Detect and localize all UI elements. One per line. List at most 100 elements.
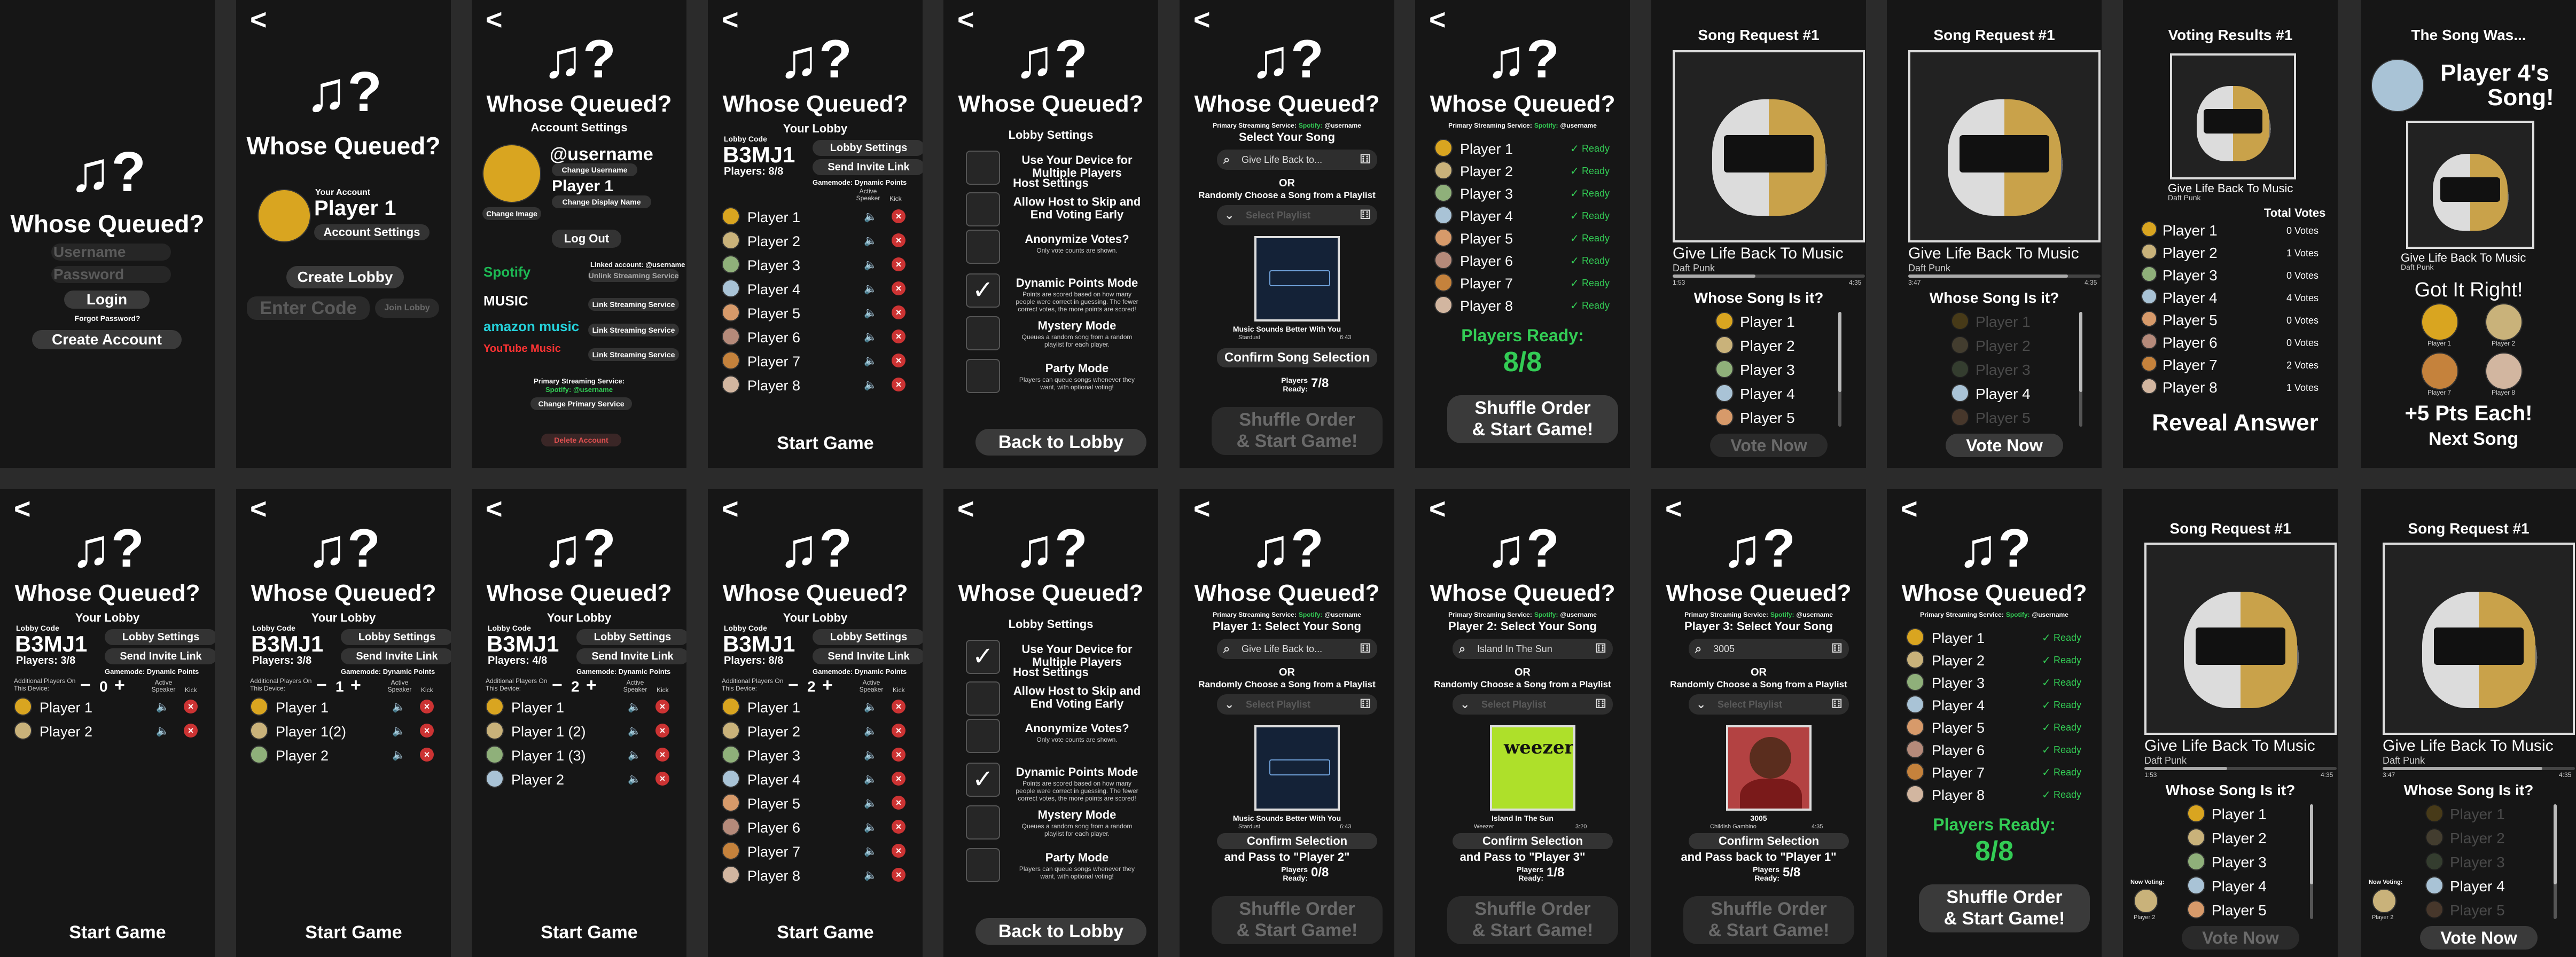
kick-button[interactable]: × [892, 700, 905, 713]
start-game-button[interactable]: Start Game [257, 919, 450, 946]
speaker-icon[interactable]: 🔈 [864, 234, 877, 247]
shuffle-start-button[interactable]: Shuffle Order & Start Game! [1919, 884, 2090, 932]
change-display-button[interactable]: Change Display Name [552, 195, 651, 208]
kick-button[interactable]: × [892, 820, 905, 834]
speaker-icon[interactable]: 🔈 [864, 306, 877, 319]
back-button[interactable]: < [1429, 5, 1446, 34]
speaker-icon[interactable]: 🔈 [864, 844, 877, 858]
lobby-settings-button[interactable]: Lobby Settings [105, 629, 215, 645]
candidate-name[interactable]: Player 5 [2450, 902, 2505, 919]
speaker-icon[interactable]: 🔈 [628, 700, 641, 713]
candidate-name[interactable]: Player 1 [2450, 806, 2505, 823]
back-button[interactable]: < [722, 495, 739, 523]
speaker-icon[interactable]: 🔈 [864, 820, 877, 834]
song-search-input[interactable]: ⌕ Island In The Sun ⚅ [1453, 639, 1613, 659]
kick-button[interactable]: × [420, 724, 434, 738]
back-button[interactable]: < [1193, 495, 1211, 523]
song-search-input[interactable]: ⌕ Give Life Back to... ⚅ [1217, 150, 1377, 170]
speaker-icon[interactable]: 🔈 [864, 796, 877, 810]
speaker-icon[interactable]: 🔈 [156, 700, 169, 713]
select-playlist-dropdown[interactable]: ⌄ Select Playlist ⚅ [1217, 694, 1377, 715]
speaker-icon[interactable]: 🔈 [864, 354, 877, 367]
kick-button[interactable]: × [655, 748, 669, 762]
back-button[interactable]: < [250, 5, 267, 34]
kick-button[interactable]: × [892, 330, 905, 343]
kick-button[interactable]: × [892, 305, 905, 319]
candidate-name[interactable]: Player 5 [2212, 902, 2267, 919]
password-input[interactable]: Password [51, 266, 171, 283]
back-button[interactable]: < [486, 5, 503, 34]
candidate-name[interactable]: Player 3 [1740, 362, 1795, 379]
speaker-icon[interactable]: 🔈 [392, 748, 405, 762]
speaker-icon[interactable]: 🔈 [156, 724, 169, 738]
back-button[interactable]: < [957, 5, 974, 34]
service-link-button[interactable]: Unlink Streaming Service [588, 269, 679, 282]
speaker-icon[interactable]: 🔈 [864, 378, 877, 391]
dice-icon[interactable]: ⚅ [1360, 207, 1371, 223]
song-search-input[interactable]: ⌕ 3005 ⚅ [1689, 639, 1849, 659]
album-art[interactable] [1254, 725, 1340, 811]
create-account-button[interactable]: Create Account [32, 330, 182, 349]
kick-button[interactable]: × [184, 700, 198, 713]
start-game-button[interactable]: Start Game [729, 430, 922, 457]
vote-now-button[interactable]: Vote Now [1946, 434, 2063, 457]
confirm-selection-button[interactable]: Confirm Selection [1453, 833, 1613, 849]
candidate-name[interactable]: Player 3 [2450, 854, 2505, 871]
candidate-name[interactable]: Player 2 [2450, 830, 2505, 847]
kick-button[interactable]: × [655, 772, 669, 786]
setting-checkbox[interactable] [966, 805, 1000, 840]
dice-icon[interactable]: ⚅ [1360, 696, 1371, 712]
back-to-lobby-button[interactable]: Back to Lobby [975, 918, 1146, 945]
album-art[interactable] [1254, 236, 1340, 321]
speaker-icon[interactable]: 🔈 [392, 700, 405, 713]
speaker-icon[interactable]: 🔈 [864, 330, 877, 343]
forgot-password-link[interactable]: Forgot Password? [0, 314, 215, 323]
kick-button[interactable]: × [892, 748, 905, 762]
delete-account-button[interactable]: Delete Account [541, 434, 621, 446]
setting-checkbox[interactable] [966, 316, 1000, 350]
candidate-name[interactable]: Player 5 [1976, 410, 2031, 427]
dice-icon[interactable]: ⚅ [1831, 696, 1843, 712]
change-image-button[interactable]: Change Image [482, 207, 541, 220]
setting-checkbox[interactable]: ✓ [966, 273, 1000, 308]
send-invite-button[interactable]: Send Invite Link [341, 648, 451, 664]
speaker-icon[interactable]: 🔈 [864, 700, 877, 713]
start-game-button[interactable]: Start Game [21, 919, 214, 946]
service-link-button[interactable]: Link Streaming Service [588, 298, 679, 311]
candidate-name[interactable]: Player 4 [1976, 386, 2031, 403]
lobby-settings-button[interactable]: Lobby Settings [576, 629, 686, 645]
back-button[interactable]: < [1193, 5, 1211, 34]
stepper-plus[interactable]: + [114, 676, 125, 694]
candidate-name[interactable]: Player 5 [1740, 410, 1795, 427]
setting-checkbox[interactable] [966, 681, 1000, 716]
kick-button[interactable]: × [655, 700, 669, 713]
speaker-icon[interactable]: 🔈 [864, 282, 877, 295]
candidate-scrollbar[interactable] [2310, 804, 2313, 919]
log-out-button[interactable]: Log Out [552, 230, 621, 248]
kick-button[interactable]: × [892, 257, 905, 271]
speaker-icon[interactable]: 🔈 [864, 210, 877, 223]
back-to-lobby-button[interactable]: Back to Lobby [975, 429, 1146, 456]
speaker-icon[interactable]: 🔈 [392, 724, 405, 738]
setting-checkbox[interactable] [966, 719, 1000, 753]
playback-progress[interactable] [2144, 767, 2337, 770]
confirm-song-button[interactable]: Confirm Song Selection [1217, 348, 1377, 367]
setting-checkbox[interactable] [966, 848, 1000, 882]
confirm-selection-button[interactable]: Confirm Selection [1217, 833, 1377, 849]
kick-button[interactable]: × [892, 868, 905, 882]
speaker-icon[interactable]: 🔈 [628, 748, 641, 762]
change-username-button[interactable]: Change Username [552, 163, 637, 176]
confirm-selection-button[interactable]: Confirm Selection [1689, 833, 1849, 849]
vote-now-button[interactable]: Vote Now [2420, 926, 2538, 950]
stepper-plus[interactable]: + [586, 676, 597, 694]
candidate-name[interactable]: Player 1 [2212, 806, 2267, 823]
dice-icon[interactable]: ⚅ [1595, 641, 1606, 656]
kick-button[interactable]: × [892, 281, 905, 295]
setting-checkbox[interactable] [966, 230, 1000, 264]
stepper-minus[interactable]: − [788, 676, 799, 694]
change-primary-button[interactable]: Change Primary Service [530, 397, 632, 410]
candidate-name[interactable]: Player 2 [1976, 338, 2031, 355]
back-button[interactable]: < [722, 5, 739, 34]
dice-icon[interactable]: ⚅ [1360, 152, 1371, 167]
kick-button[interactable]: × [655, 724, 669, 738]
